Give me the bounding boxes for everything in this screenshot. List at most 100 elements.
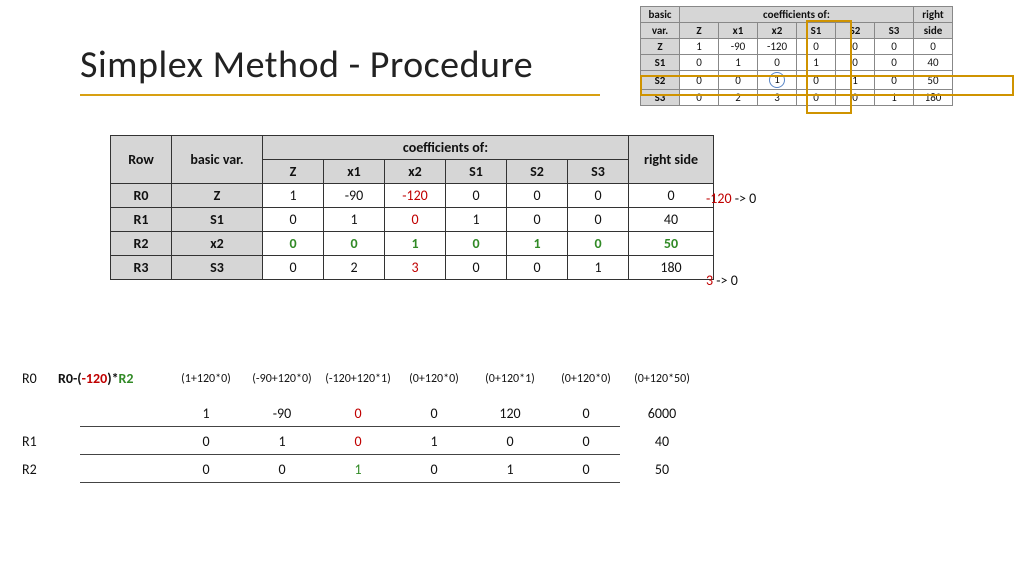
calc-result: -90 — [244, 405, 320, 422]
ref-bv-z: Z — [641, 39, 680, 55]
calc-detail: (0+120*50) — [624, 372, 700, 386]
ref-cell: 0 — [797, 90, 836, 106]
ref-cell: -120 — [758, 39, 797, 55]
ref-cell: 1 — [719, 55, 758, 71]
calc-result: 120 — [472, 405, 548, 422]
main-col-s3: S3 — [568, 160, 629, 184]
main-cell: 0 — [629, 184, 714, 208]
ref-cell: 0 — [719, 71, 758, 90]
main-cell: 1 — [568, 256, 629, 280]
calc-result: 0 — [396, 461, 472, 478]
main-cell: 40 — [629, 208, 714, 232]
main-head-bv: basic var. — [172, 136, 263, 184]
main-cell: 0 — [507, 256, 568, 280]
calc-result: 1 — [244, 433, 320, 450]
calc-row-r0-expr: R0 R0-(-120)*R2 (1+120*0) (-90+120*0) (-… — [22, 370, 700, 387]
main-cell: 0 — [507, 208, 568, 232]
expr-part: R2 — [119, 370, 134, 387]
calc-label-r1: R1 — [22, 433, 58, 450]
expr-part: R0-( — [58, 370, 82, 387]
main-row-label: R3 — [111, 256, 172, 280]
calc-result: 0 — [244, 461, 320, 478]
ref-cell: 50 — [914, 71, 953, 90]
rule-line — [80, 454, 620, 455]
ref-cell: 0 — [836, 55, 875, 71]
main-cell: -120 — [385, 184, 446, 208]
ref-cell: 0 — [797, 39, 836, 55]
note-r3: 3 -> 0 — [706, 272, 738, 289]
main-cell: 0 — [568, 232, 629, 256]
ref-bv-s3: S3 — [641, 90, 680, 106]
ref-cell: 0 — [914, 39, 953, 55]
main-tableau: Row basic var. coefficients of: right si… — [110, 135, 714, 280]
calc-result: 6000 — [624, 405, 700, 422]
calc-result: 0 — [548, 461, 624, 478]
ref-cell: 0 — [797, 71, 836, 90]
calc-row-r2: R2 0 0 1 0 1 0 50 — [22, 461, 700, 478]
calc-label-r2: R2 — [22, 461, 58, 478]
ref-cell: 0 — [875, 71, 914, 90]
calc-detail: (-120+120*1) — [320, 372, 396, 386]
table-row: R1 S1 0 1 0 1 0 0 40 — [111, 208, 714, 232]
rule-line — [80, 426, 620, 427]
main-row-label: R1 — [111, 208, 172, 232]
pivot-element-circle: 1 — [769, 72, 785, 88]
reference-tableau-table: basic coefficients of: right var. Z x1 x… — [640, 6, 953, 106]
ref-col-x1: x1 — [719, 23, 758, 39]
ref-cell: 0 — [875, 55, 914, 71]
calc-result: 0 — [320, 433, 396, 450]
note-r0: -120 -> 0 — [706, 190, 756, 207]
calc-result: 0 — [472, 433, 548, 450]
calc-result-cells: 0 0 1 0 1 0 50 — [168, 461, 700, 478]
ref-cell: -90 — [719, 39, 758, 55]
main-row-bv: x2 — [172, 232, 263, 256]
main-row-bv: Z — [172, 184, 263, 208]
table-row: R0 Z 1 -90 -120 0 0 0 0 — [111, 184, 714, 208]
main-cell: 50 — [629, 232, 714, 256]
ref-cell: 1 — [758, 71, 797, 90]
main-cell: 0 — [324, 232, 385, 256]
ref-col-z: Z — [680, 23, 719, 39]
ref-col-x2: x2 — [758, 23, 797, 39]
calc-row-r1: R1 0 1 0 1 0 0 40 — [22, 433, 700, 450]
calc-result: 0 — [548, 405, 624, 422]
ref-bv-s1: S1 — [641, 55, 680, 71]
ref-cell: 0 — [680, 90, 719, 106]
main-cell: 2 — [324, 256, 385, 280]
main-cell: 0 — [568, 184, 629, 208]
main-cell: 0 — [385, 208, 446, 232]
main-cell: 0 — [263, 208, 324, 232]
ref-cell: 1 — [836, 71, 875, 90]
main-col-x2: x2 — [385, 160, 446, 184]
calc-result: 1 — [320, 461, 396, 478]
main-cell: 0 — [446, 232, 507, 256]
calc-detail: (-90+120*0) — [244, 372, 320, 386]
main-cell: 1 — [385, 232, 446, 256]
ref-cell: 0 — [680, 55, 719, 71]
main-cell: 0 — [446, 256, 507, 280]
calc-result: 40 — [624, 433, 700, 450]
row-operation-area: R0 R0-(-120)*R2 (1+120*0) (-90+120*0) (-… — [22, 370, 700, 489]
table-row: R2 x2 0 0 1 0 1 0 50 — [111, 232, 714, 256]
ref-cell: 2 — [719, 90, 758, 106]
calc-row-r0-result: 1 -90 0 0 120 0 6000 — [22, 405, 700, 422]
title-underline — [80, 94, 600, 96]
main-cell: 0 — [507, 184, 568, 208]
calc-detail-cells: (1+120*0) (-90+120*0) (-120+120*1) (0+12… — [168, 372, 700, 386]
ref-cell: 40 — [914, 55, 953, 71]
main-row-label: R0 — [111, 184, 172, 208]
calc-result: 0 — [320, 405, 396, 422]
calc-result: 0 — [168, 433, 244, 450]
main-cell: 0 — [568, 208, 629, 232]
ref-cell: 1 — [797, 55, 836, 71]
ref-cell: 1 — [680, 39, 719, 55]
reference-tableau: basic coefficients of: right var. Z x1 x… — [640, 6, 1012, 106]
calc-result: 1 — [396, 433, 472, 450]
ref-cell: 0 — [680, 71, 719, 90]
main-col-s1: S1 — [446, 160, 507, 184]
calc-detail: (1+120*0) — [168, 372, 244, 386]
main-col-x1: x1 — [324, 160, 385, 184]
calc-label-r0: R0 — [22, 370, 58, 387]
ref-cell: 0 — [875, 39, 914, 55]
note-r0-val: -120 — [706, 190, 732, 207]
